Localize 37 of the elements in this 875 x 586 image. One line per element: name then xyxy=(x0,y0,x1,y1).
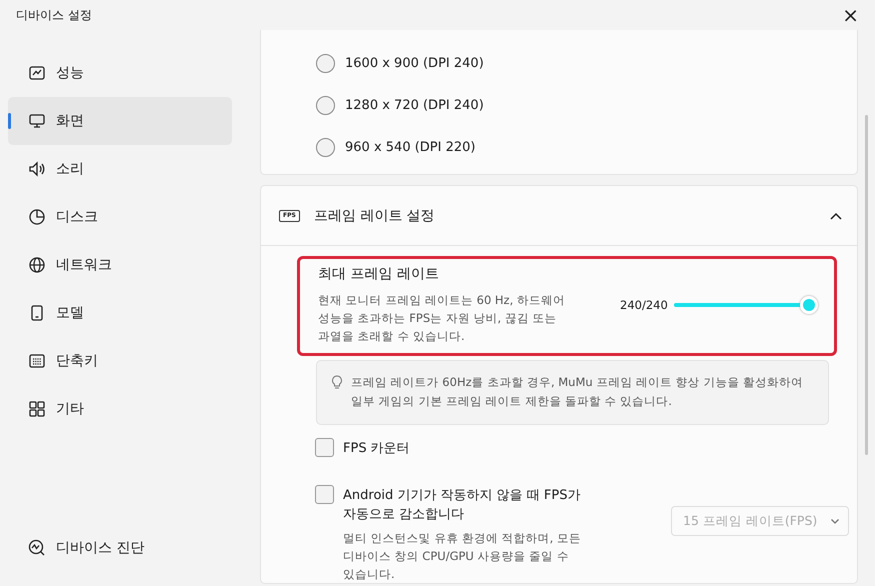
keyboard-icon xyxy=(28,352,46,370)
checkbox-label: Android 기기가 작동하지 않을 때 FPS가 자동으로 감소합니다 xyxy=(343,487,582,524)
slider-reading: 240/240 xyxy=(620,298,668,312)
checkbox[interactable] xyxy=(315,485,334,504)
sidebar-item[interactable]: 단축키 xyxy=(8,337,232,385)
chart-icon xyxy=(28,64,46,82)
sidebar-item[interactable]: 성능 xyxy=(8,49,232,97)
setting-description: 멀티 인스턴스및 유휴 환경에 적합하며, 모든 디바이스 창의 CPU/GPU 사용량을 줄일 수 있습니다. xyxy=(343,530,582,583)
checkbox-label: FPS 카운터 xyxy=(343,440,410,458)
tip-text: 프레임 레이트가 60Hz를 초과할 경우, MuMu 프레임 레이트 향상 기능을 활성화하여 일부 게임의 기본 프레임 레이트 제한을 돌파할 수 있습니다. xyxy=(351,374,804,410)
setting-description: 현재 모니터 프레임 레이트는 60 Hz, 하드웨어 성능을 초과하는 FPS는 자원 낭비, 끊김 또는 과열을 초래할 수 있습니다. xyxy=(318,292,566,345)
chevron-icon xyxy=(830,516,840,526)
resolution-option[interactable]: 1280 x 720 (DPI 240) xyxy=(316,84,857,126)
resolution-option[interactable]: 1600 x 900 (DPI 240) xyxy=(316,42,857,84)
checkbox[interactable] xyxy=(315,438,334,457)
pie-chart-icon xyxy=(28,208,46,226)
sidebar-item[interactable]: 디스크 xyxy=(8,193,232,241)
close-button[interactable]: × xyxy=(838,5,863,25)
sidebar-item[interactable]: 화면 xyxy=(8,97,232,145)
sidebar-item[interactable]: 디바이스 진단 xyxy=(8,524,232,572)
globe-icon xyxy=(28,256,46,274)
setting-title: 최대 프레임 레이트 xyxy=(318,265,440,283)
resolution-option[interactable]: 960 x 540 (DPI 220) xyxy=(316,126,857,168)
frame-rate-slider[interactable] xyxy=(672,296,818,314)
window-title: 디바이스 설정 xyxy=(16,6,92,24)
monitor-icon xyxy=(28,112,46,130)
selection-indicator xyxy=(8,113,11,129)
grid-icon xyxy=(28,400,46,418)
scrollbar[interactable] xyxy=(865,115,868,455)
sidebar-item[interactable]: 소리 xyxy=(8,145,232,193)
diagnostics-icon xyxy=(28,539,46,557)
section-title: 프레임 레이트 설정 xyxy=(314,206,436,224)
speaker-icon xyxy=(28,160,46,178)
sidebar-item[interactable]: 기타 xyxy=(8,385,232,433)
sidebar-item[interactable]: 네트워크 xyxy=(8,241,232,289)
lightbulb-icon xyxy=(331,375,343,390)
sidebar-item[interactable]: 모델 xyxy=(8,289,232,337)
